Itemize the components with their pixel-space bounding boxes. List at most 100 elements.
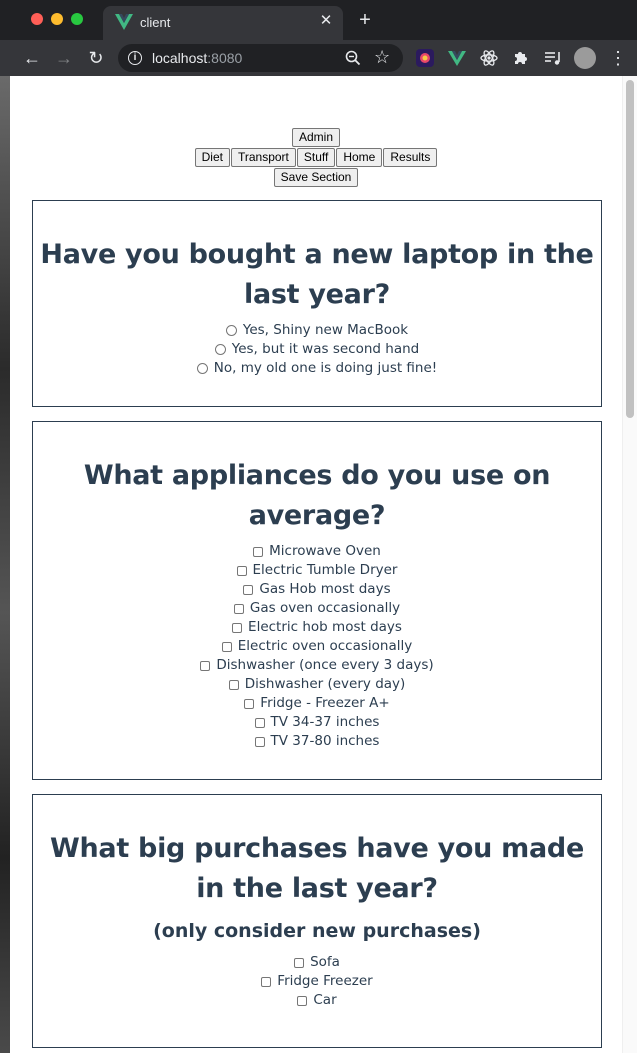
option-label: Electric Tumble Dryer: [252, 562, 398, 578]
checkbox[interactable]: [232, 622, 243, 633]
option-label: Gas oven occasionally: [249, 600, 401, 616]
option-label: Dishwasher (once every 3 days): [216, 657, 434, 673]
bookmark-star-icon[interactable]: ☆: [374, 47, 390, 67]
radio-options: Yes, Shiny new MacBook Yes, but it was s…: [33, 321, 601, 378]
extensions-puzzle-icon[interactable]: [511, 48, 531, 68]
close-tab-icon[interactable]: ✕: [317, 12, 335, 30]
minimize-window-button[interactable]: [51, 13, 63, 25]
url-text: localhost:8080: [152, 50, 242, 66]
url-host: localhost: [152, 50, 208, 66]
page-scrollbar[interactable]: [622, 76, 637, 1053]
option-label: TV 34-37 inches: [270, 714, 380, 730]
question-card-appliances: What appliances do you use on average? M…: [32, 421, 602, 780]
checkbox[interactable]: [200, 660, 211, 671]
zoom-out-icon[interactable]: [344, 49, 362, 67]
checkbox-option[interactable]: Microwave Oven: [33, 542, 601, 561]
checkbox-option[interactable]: TV 34-37 inches: [33, 713, 601, 732]
scrollbar-thumb[interactable]: [626, 80, 634, 418]
back-arrow-icon[interactable]: ←: [22, 48, 42, 68]
option-label: Electric hob most days: [248, 619, 402, 635]
checkbox[interactable]: [233, 603, 244, 614]
radio-button[interactable]: [225, 325, 237, 336]
section-navigation: Admin Diet Transport Stuff Home Results …: [10, 128, 622, 188]
checkbox[interactable]: [253, 546, 264, 557]
checkbox[interactable]: [221, 641, 232, 652]
desktop-background-strip: [0, 76, 10, 1053]
checkbox[interactable]: [244, 698, 255, 709]
checkbox-option[interactable]: TV 37-80 inches: [33, 732, 601, 751]
option-label: TV 37-80 inches: [270, 733, 380, 749]
checkbox[interactable]: [297, 995, 308, 1006]
option-label: Yes, Shiny new MacBook: [242, 322, 409, 338]
radio-button[interactable]: [196, 363, 208, 374]
close-window-button[interactable]: [31, 13, 43, 25]
question-title: What big purchases have you made in the …: [50, 833, 584, 904]
question-subtitle: (only consider new purchases): [153, 920, 481, 942]
tab-stuff-button[interactable]: Stuff: [296, 148, 336, 167]
site-info-icon[interactable]: i: [128, 51, 142, 65]
checkbox[interactable]: [236, 565, 247, 576]
checkbox-options: Microwave Oven Electric Tumble Dryer Gas…: [33, 542, 601, 751]
checkbox-option[interactable]: Fridge - Freezer A+: [33, 694, 601, 713]
checkbox-option[interactable]: Dishwasher (every day): [33, 675, 601, 694]
media-playlist-icon[interactable]: [543, 48, 563, 68]
vue-logo-icon: [115, 14, 133, 30]
react-devtools-icon[interactable]: [479, 48, 499, 68]
checkbox[interactable]: [261, 976, 272, 987]
forward-arrow-icon[interactable]: →: [54, 48, 74, 68]
question-card-laptop: Have you bought a new laptop in the last…: [32, 200, 602, 407]
checkbox[interactable]: [294, 957, 305, 968]
checkbox-option[interactable]: Electric hob most days: [33, 618, 601, 637]
option-label: Car: [313, 992, 337, 1008]
checkbox-option[interactable]: Gas Hob most days: [33, 580, 601, 599]
maximize-window-button[interactable]: [71, 13, 83, 25]
browser-toolbar: ← → ↻ i localhost:8080 ☆ ⋮: [0, 40, 637, 76]
option-label: Microwave Oven: [269, 543, 381, 559]
checkbox[interactable]: [228, 679, 239, 690]
profile-avatar[interactable]: [574, 47, 596, 69]
option-label: Gas Hob most days: [259, 581, 391, 597]
tab-results-button[interactable]: Results: [383, 148, 438, 167]
checkbox-option[interactable]: Gas oven occasionally: [33, 599, 601, 618]
browser-tab[interactable]: client ✕: [103, 6, 343, 40]
vue-devtools-icon[interactable]: [447, 48, 467, 68]
checkbox-options: Sofa Fridge Freezer Car: [33, 953, 601, 1010]
radio-button[interactable]: [214, 344, 226, 355]
browser-menu-icon[interactable]: ⋮: [608, 48, 628, 68]
checkbox-option[interactable]: Car: [33, 991, 601, 1010]
tab-home-button[interactable]: Home: [336, 148, 383, 167]
address-bar[interactable]: i localhost:8080 ☆: [118, 44, 403, 72]
option-label: Sofa: [310, 954, 340, 970]
checkbox-option[interactable]: Sofa: [33, 953, 601, 972]
option-label: Yes, but it was second hand: [231, 341, 420, 357]
checkbox[interactable]: [243, 584, 254, 595]
question-card-big-purchases: What big purchases have you made in the …: [32, 794, 602, 1048]
admin-button[interactable]: Admin: [291, 128, 340, 147]
radio-option[interactable]: Yes, but it was second hand: [33, 340, 601, 359]
checkbox-option[interactable]: Fridge Freezer: [33, 972, 601, 991]
url-port: :8080: [207, 50, 243, 66]
option-label: Fridge Freezer: [277, 973, 373, 989]
tab-title: client: [140, 15, 171, 30]
radio-option[interactable]: Yes, Shiny new MacBook: [33, 321, 601, 340]
tab-transport-button[interactable]: Transport: [230, 148, 296, 167]
reload-icon[interactable]: ↻: [86, 48, 106, 68]
option-label: Electric oven occasionally: [237, 638, 413, 654]
tab-diet-button[interactable]: Diet: [194, 148, 230, 167]
radio-option[interactable]: No, my old one is doing just fine!: [33, 359, 601, 378]
save-section-button[interactable]: Save Section: [273, 168, 359, 187]
page-viewport: Admin Diet Transport Stuff Home Results …: [10, 76, 637, 1053]
browser-tab-bar: client ✕ +: [0, 0, 637, 40]
option-label: Fridge - Freezer A+: [260, 695, 390, 711]
question-title: Have you bought a new laptop in the last…: [40, 239, 594, 310]
checkbox-option[interactable]: Electric Tumble Dryer: [33, 561, 601, 580]
option-label: No, my old one is doing just fine!: [213, 360, 438, 376]
checkbox[interactable]: [254, 736, 265, 747]
color-picker-extension-icon[interactable]: [415, 48, 435, 68]
checkbox[interactable]: [254, 717, 265, 728]
question-title: What appliances do you use on average?: [83, 460, 551, 531]
checkbox-option[interactable]: Dishwasher (once every 3 days): [33, 656, 601, 675]
new-tab-icon[interactable]: +: [355, 10, 375, 30]
option-label: Dishwasher (every day): [244, 676, 406, 692]
checkbox-option[interactable]: Electric oven occasionally: [33, 637, 601, 656]
